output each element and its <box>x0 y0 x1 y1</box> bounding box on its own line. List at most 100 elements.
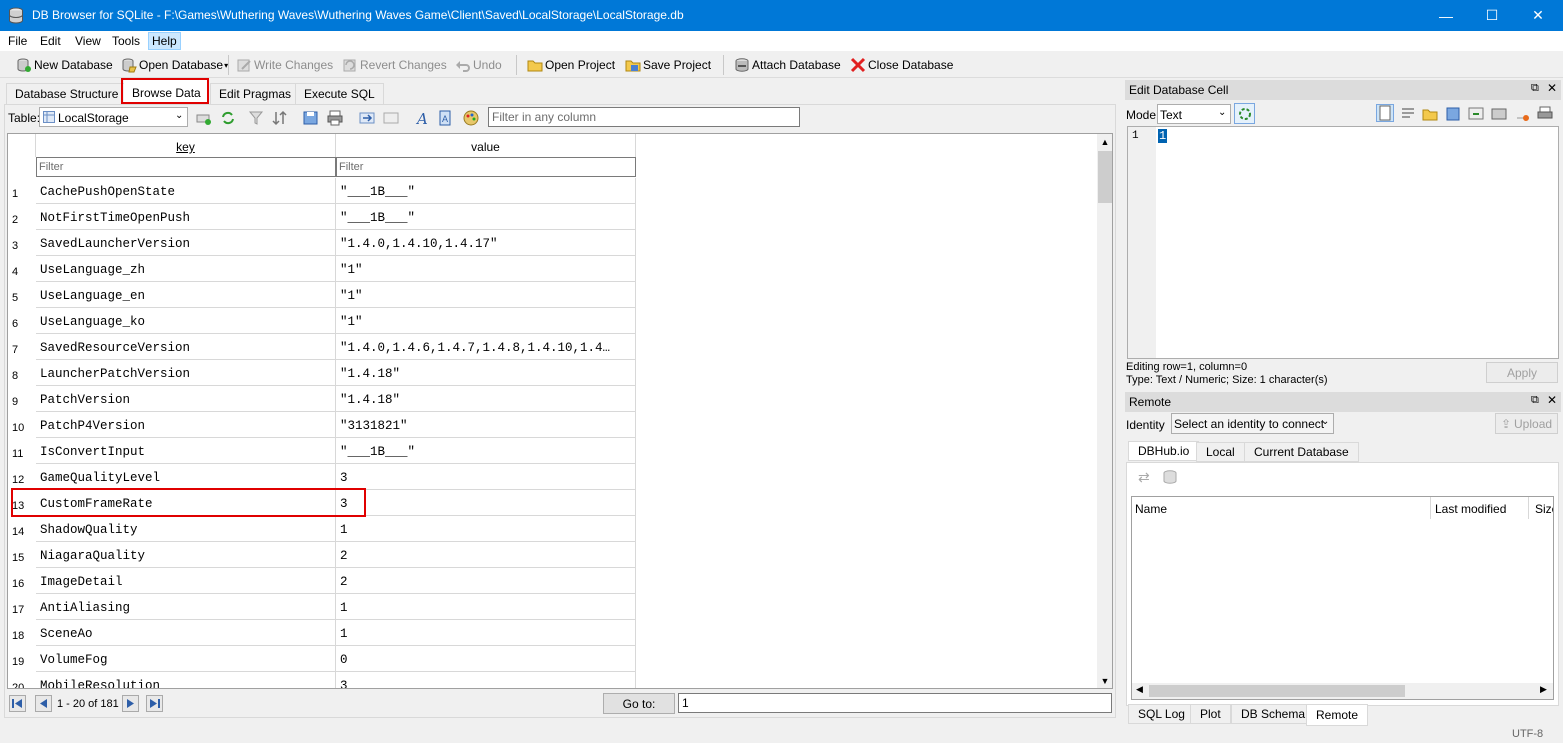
value-cell[interactable]: 1 <box>336 620 636 646</box>
menu-view[interactable]: View <box>75 34 101 48</box>
revert-changes-button[interactable]: Revert Changes <box>342 56 447 74</box>
table-row[interactable]: 12 GameQualityLevel 3 <box>8 464 636 490</box>
table-row[interactable]: 17 AntiAliasing 1 <box>8 594 636 620</box>
tab-execute-sql[interactable]: Execute SQL <box>295 83 384 104</box>
column-header-size[interactable]: Size <box>1535 502 1553 516</box>
value-cell[interactable]: 1 <box>336 516 636 542</box>
scroll-up-arrow-icon[interactable]: ▲ <box>1097 134 1112 150</box>
table-row[interactable]: 10 PatchP4Version "3131821" <box>8 412 636 438</box>
row-number[interactable]: 20 <box>8 672 36 688</box>
table-row[interactable]: 1 CachePushOpenState "___1B___" <box>8 178 636 204</box>
identity-select[interactable]: Select an identity to connect ⌄ <box>1171 413 1334 434</box>
open-project-button[interactable]: Open Project <box>527 56 615 74</box>
table-row[interactable]: 4 UseLanguage_zh "1" <box>8 256 636 282</box>
row-number[interactable]: 14 <box>8 516 36 542</box>
value-cell[interactable]: 3 <box>336 672 636 688</box>
value-cell[interactable]: "___1B___" <box>336 178 636 204</box>
table-row[interactable]: 20 MobileResolution 3 <box>8 672 636 688</box>
value-cell[interactable]: "1.4.0,1.4.10,1.4.17" <box>336 230 636 256</box>
last-record-button[interactable] <box>146 695 163 712</box>
value-cell[interactable]: 1 <box>336 594 636 620</box>
scroll-down-arrow-icon[interactable]: ▼ <box>1097 673 1112 688</box>
apply-button[interactable]: Apply <box>1486 362 1558 383</box>
row-number[interactable]: 7 <box>8 334 36 360</box>
cell-editor-text[interactable]: 1 <box>1158 129 1168 143</box>
tab-database-structure[interactable]: Database Structure <box>6 83 128 104</box>
export-icon[interactable] <box>1445 106 1461 122</box>
value-cell[interactable]: "1" <box>336 282 636 308</box>
tab-remote[interactable]: Remote <box>1306 704 1369 726</box>
value-cell[interactable]: 2 <box>336 568 636 594</box>
row-number[interactable]: 15 <box>8 542 36 568</box>
attach-database-button[interactable]: Attach Database <box>734 56 841 74</box>
row-number[interactable]: 16 <box>8 568 36 594</box>
tab-db-schema[interactable]: DB Schema <box>1231 704 1316 724</box>
close-window-button[interactable]: ✕ <box>1515 0 1561 31</box>
value-cell[interactable]: 0 <box>336 646 636 672</box>
auto-switch-mode-button[interactable] <box>1234 103 1255 124</box>
menu-help[interactable]: Help <box>148 32 181 50</box>
table-row[interactable]: 8 LauncherPatchVersion "1.4.18" <box>8 360 636 386</box>
table-select[interactable]: LocalStorage ⌄ <box>39 107 188 127</box>
table-row[interactable]: 14 ShadowQuality 1 <box>8 516 636 542</box>
table-row[interactable]: 6 UseLanguage_ko "1" <box>8 308 636 334</box>
filter-any-column-input[interactable]: Filter in any column <box>488 107 800 127</box>
horizontal-scrollbar[interactable]: ◀ ▶ <box>1132 683 1553 699</box>
tab-local[interactable]: Local <box>1196 442 1245 462</box>
clear-filters-icon[interactable] <box>248 110 264 126</box>
undock-icon[interactable]: ⧉ <box>1531 82 1539 95</box>
row-number[interactable]: 18 <box>8 620 36 646</box>
table-row[interactable]: 16 ImageDetail 2 <box>8 568 636 594</box>
menu-edit[interactable]: Edit <box>40 34 61 48</box>
cell-editor[interactable]: 1 1 <box>1127 126 1559 359</box>
menu-tools[interactable]: Tools <box>112 34 140 48</box>
column-header-last-modified[interactable]: Last modified <box>1435 502 1506 516</box>
clone-database-icon[interactable] <box>1162 469 1178 485</box>
row-number[interactable]: 10 <box>8 412 36 438</box>
insert-record-icon[interactable] <box>196 110 212 126</box>
table-format-icon[interactable]: A <box>438 110 454 126</box>
import-icon[interactable] <box>1422 106 1438 122</box>
value-cell[interactable]: "3131821" <box>336 412 636 438</box>
key-filter-input[interactable]: Filter <box>36 157 336 177</box>
refresh-remote-icon[interactable]: ⇄ <box>1138 469 1150 486</box>
key-cell[interactable]: SceneAo <box>36 620 336 646</box>
new-database-button[interactable]: New Database <box>16 56 113 74</box>
table-row[interactable]: 9 PatchVersion "1.4.18" <box>8 386 636 412</box>
key-cell[interactable]: IsConvertInput <box>36 438 336 464</box>
value-cell[interactable]: 2 <box>336 542 636 568</box>
close-dock-icon[interactable]: ✕ <box>1547 393 1557 407</box>
key-cell[interactable]: AntiAliasing <box>36 594 336 620</box>
row-number[interactable]: 4 <box>8 256 36 282</box>
key-cell[interactable]: CachePushOpenState <box>36 178 336 204</box>
refresh-icon[interactable] <box>220 110 236 126</box>
go-to-input[interactable]: 1 <box>678 693 1112 713</box>
row-number[interactable]: 2 <box>8 204 36 230</box>
key-cell[interactable]: NotFirstTimeOpenPush <box>36 204 336 230</box>
scroll-left-arrow-icon[interactable]: ◀ <box>1136 684 1143 695</box>
image-mode-icon[interactable] <box>1491 106 1507 122</box>
minimize-button[interactable]: — <box>1423 0 1469 31</box>
key-cell[interactable]: GameQualityLevel <box>36 464 336 490</box>
key-cell[interactable]: NiagaraQuality <box>36 542 336 568</box>
close-dock-icon[interactable]: ✕ <box>1547 81 1557 95</box>
row-number[interactable]: 3 <box>8 230 36 256</box>
key-cell[interactable]: SavedResourceVersion <box>36 334 336 360</box>
maximize-button[interactable]: ☐ <box>1469 0 1515 31</box>
scroll-to-end-icon[interactable] <box>383 110 399 126</box>
row-number[interactable]: 11 <box>8 438 36 464</box>
row-number[interactable]: 17 <box>8 594 36 620</box>
previous-record-button[interactable] <box>35 695 52 712</box>
menu-file[interactable]: File <box>8 34 27 48</box>
mode-select[interactable]: Text ⌄ <box>1157 104 1231 124</box>
column-header-name[interactable]: Name <box>1135 502 1167 516</box>
first-record-button[interactable] <box>9 695 26 712</box>
row-number[interactable]: 12 <box>8 464 36 490</box>
erase-icon[interactable] <box>1514 106 1530 122</box>
go-to-button[interactable]: Go to: <box>603 693 675 714</box>
value-cell[interactable]: "1.4.0,1.4.6,1.4.7,1.4.8,1.4.10,1.4… <box>336 334 636 360</box>
row-number[interactable]: 1 <box>8 178 36 204</box>
table-row[interactable]: 11 IsConvertInput "___1B___" <box>8 438 636 464</box>
key-cell[interactable]: PatchP4Version <box>36 412 336 438</box>
table-row[interactable]: 2 NotFirstTimeOpenPush "___1B___" <box>8 204 636 230</box>
